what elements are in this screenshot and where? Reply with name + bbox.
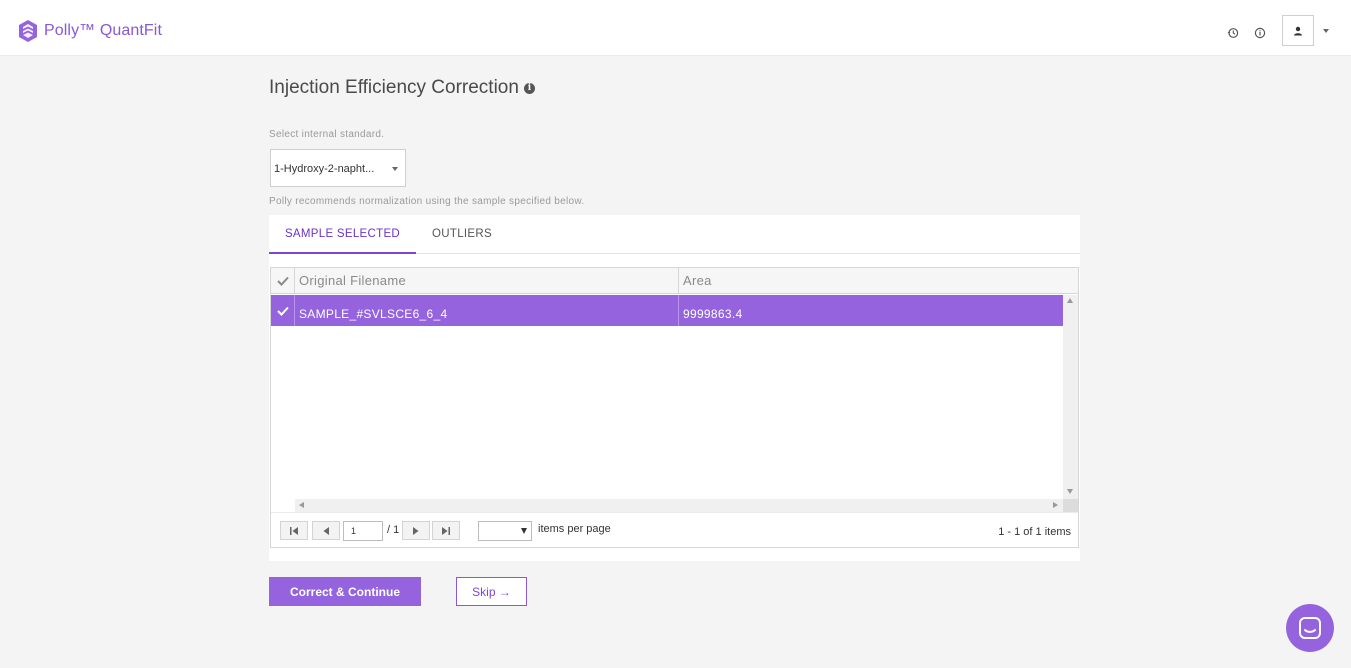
items-per-page-select[interactable] bbox=[478, 521, 532, 541]
info-icon[interactable] bbox=[1254, 27, 1266, 39]
chat-icon bbox=[1299, 617, 1321, 639]
brand[interactable]: Polly™ QuantFit bbox=[19, 20, 162, 42]
grid-header: Original Filename Area bbox=[271, 268, 1078, 294]
sample-card: SAMPLE SELECTED OUTLIERS Original Filena… bbox=[269, 215, 1080, 561]
samples-grid: Original Filename Area SAMPLE_#SVLSCE6_6… bbox=[270, 267, 1079, 548]
page-total: / 1 bbox=[387, 524, 400, 536]
top-bar: Polly™ QuantFit bbox=[0, 0, 1351, 56]
chat-button[interactable] bbox=[1286, 604, 1334, 652]
row-checkbox[interactable] bbox=[271, 295, 295, 326]
next-page-icon bbox=[413, 526, 419, 535]
brand-name: Polly™ QuantFit bbox=[44, 22, 162, 39]
column-header-filename[interactable]: Original Filename bbox=[295, 268, 679, 294]
first-page-icon bbox=[290, 526, 298, 535]
info-icon[interactable]: i bbox=[523, 82, 535, 94]
check-icon bbox=[276, 306, 289, 316]
page-title-text: Injection Efficiency Correction bbox=[269, 77, 519, 98]
vertical-scrollbar[interactable] bbox=[1063, 295, 1078, 511]
select-standard-label: Select internal standard. bbox=[269, 129, 385, 140]
check-icon bbox=[276, 276, 289, 286]
polly-logo-icon bbox=[19, 20, 37, 42]
table-row[interactable]: SAMPLE_#SVLSCE6_6_4 9999863.4 bbox=[271, 295, 1063, 326]
user-menu-button[interactable] bbox=[1282, 15, 1314, 46]
history-icon[interactable] bbox=[1227, 27, 1239, 39]
correct-continue-button[interactable]: Correct & Continue bbox=[269, 577, 421, 606]
last-page-icon bbox=[442, 526, 450, 535]
scroll-up-icon[interactable] bbox=[1067, 298, 1073, 303]
internal-standard-select[interactable]: 1-Hydroxy-2-napht... bbox=[270, 149, 406, 187]
cell-filename: SAMPLE_#SVLSCE6_6_4 bbox=[299, 307, 448, 321]
page-title: Injection Efficiency Correction i bbox=[269, 77, 535, 99]
cell-area: 9999863.4 bbox=[683, 307, 743, 321]
select-all-checkbox[interactable] bbox=[271, 268, 295, 294]
prev-page-button[interactable] bbox=[312, 521, 340, 540]
scroll-down-icon[interactable] bbox=[1067, 489, 1073, 494]
column-header-area[interactable]: Area bbox=[679, 268, 1078, 294]
tab-sample-selected[interactable]: SAMPLE SELECTED bbox=[269, 215, 416, 254]
scroll-left-icon[interactable] bbox=[299, 502, 304, 508]
horizontal-scrollbar[interactable] bbox=[295, 499, 1063, 512]
items-count: 1 - 1 of 1 items bbox=[998, 526, 1071, 538]
first-page-button[interactable] bbox=[280, 521, 308, 540]
skip-button[interactable]: Skip → bbox=[456, 577, 527, 606]
chevron-down-icon bbox=[521, 528, 527, 534]
page-number-input[interactable]: 1 bbox=[343, 521, 383, 541]
user-icon bbox=[1294, 26, 1302, 35]
tab-outliers[interactable]: OUTLIERS bbox=[416, 215, 508, 254]
scroll-right-icon[interactable] bbox=[1053, 502, 1058, 508]
pager: 1 / 1 items per page 1 - 1 of 1 items bbox=[271, 512, 1078, 547]
chevron-down-icon bbox=[392, 167, 398, 171]
items-per-page-label: items per page bbox=[538, 523, 611, 535]
chevron-down-icon[interactable] bbox=[1323, 29, 1329, 33]
last-page-button[interactable] bbox=[432, 521, 460, 540]
internal-standard-value: 1-Hydroxy-2-napht... bbox=[274, 163, 375, 175]
scrollbar-corner bbox=[1063, 499, 1078, 512]
tab-bar: SAMPLE SELECTED OUTLIERS bbox=[269, 215, 1080, 254]
next-page-button[interactable] bbox=[402, 521, 430, 540]
recommendation-text: Polly recommends normalization using the… bbox=[269, 196, 585, 207]
prev-page-icon bbox=[323, 526, 329, 535]
